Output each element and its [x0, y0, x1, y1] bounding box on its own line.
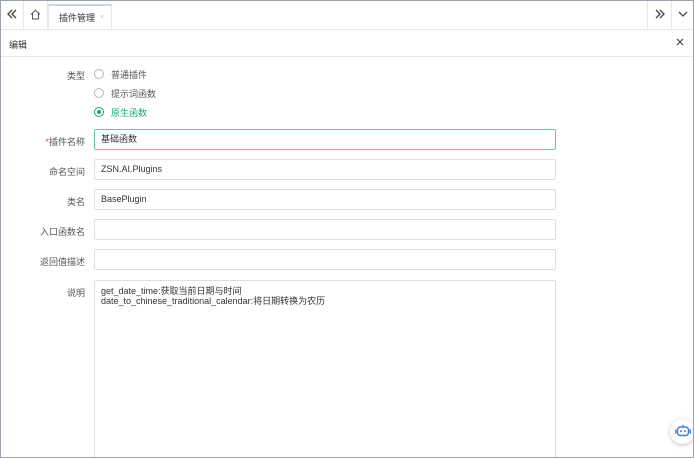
chevron-down-icon	[678, 9, 688, 21]
radio-button[interactable]	[94, 88, 104, 98]
class-name-label: 类名	[66, 197, 85, 207]
radio-button[interactable]	[94, 69, 104, 79]
panel-header: 编辑	[1, 30, 693, 57]
description-textarea[interactable]: get_date_time:获取当前日期与时间 date_to_chinese_…	[94, 280, 556, 457]
description-line: date_to_chinese_traditional_calendar:将日期…	[101, 296, 326, 306]
radio-label: 提示词函数	[111, 88, 157, 99]
tab-close-icon[interactable]: ×	[100, 14, 104, 21]
radio-normal-plugin[interactable]: 普通插件	[94, 67, 147, 81]
namespace-label: 命名空间	[48, 167, 85, 177]
description-line: get_date_time:获取当前日期与时间	[101, 286, 242, 296]
scroll-tabs-left-button[interactable]	[1, 1, 23, 29]
entry-function-input[interactable]	[94, 219, 556, 240]
radio-label: 普通插件	[111, 69, 148, 80]
tab-bar: 插件管理 ×	[1, 1, 693, 30]
radio-prompt-function[interactable]: 提示词函数	[94, 86, 156, 100]
radio-native-function[interactable]: 原生函数	[94, 105, 147, 119]
class-name-input[interactable]: BasePlugin	[94, 189, 556, 210]
tab-plugin-management[interactable]: 插件管理 ×	[48, 4, 112, 29]
tabs-menu-button[interactable]	[672, 1, 693, 29]
namespace-input[interactable]: ZSN.AI.Plugins	[94, 159, 556, 180]
tabbar-divider	[647, 1, 648, 29]
entry-function-label: 入口函数名	[39, 227, 85, 237]
home-button[interactable]	[24, 1, 46, 29]
plugin-name-label: *插件名称	[1, 135, 85, 148]
radio-button-checked[interactable]	[94, 107, 104, 117]
scroll-tabs-right-button[interactable]	[649, 1, 671, 29]
tab-label: 插件管理	[59, 13, 96, 23]
plugin-name-input[interactable]: 基础函数	[94, 129, 556, 150]
description-label: 说明	[66, 288, 85, 298]
return-desc-label: 返回值描述	[39, 257, 85, 267]
plugin-name-label-text: 插件名称	[48, 137, 85, 147]
home-icon	[30, 9, 41, 22]
close-icon	[674, 38, 686, 50]
panel-title: 编辑	[9, 40, 28, 50]
radio-label: 原生函数	[111, 107, 148, 118]
assistant-button[interactable]	[670, 419, 693, 444]
type-label: 类型	[66, 71, 85, 81]
app-window: 插件管理 × 编辑 类型 普通插件 提示词函数 原生函数 *插件名称 基础函数 …	[0, 0, 694, 458]
double-chevron-right-icon	[655, 9, 665, 21]
double-chevron-left-icon	[7, 9, 17, 21]
robot-assistant-icon	[674, 424, 691, 440]
close-panel-button[interactable]	[674, 36, 686, 48]
return-desc-input[interactable]	[94, 249, 556, 270]
